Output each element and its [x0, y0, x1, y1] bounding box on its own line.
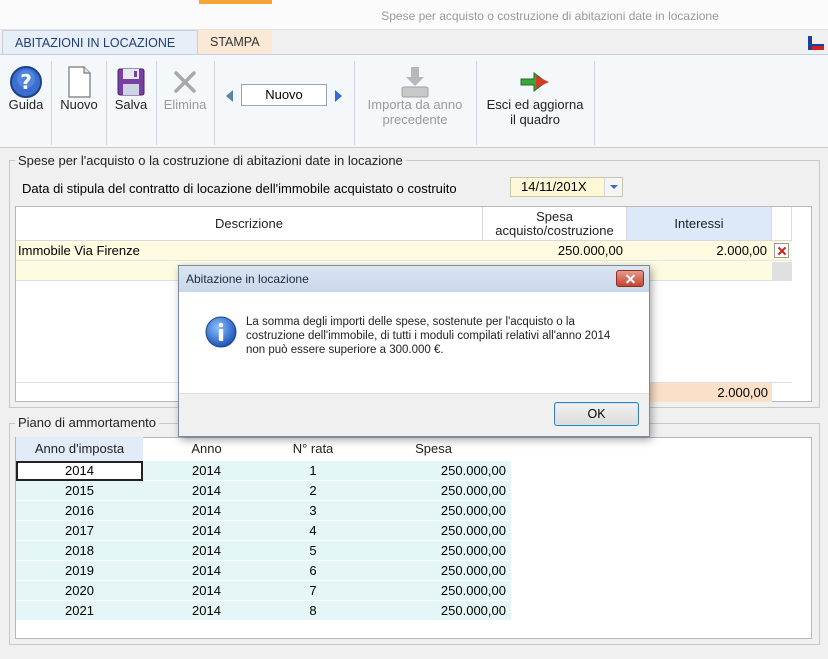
- minimize-ribbon-icon[interactable]: [808, 36, 824, 50]
- table-row[interactable]: 2019 2014 6 250.000,00: [16, 561, 511, 581]
- save-icon: [117, 68, 145, 96]
- next-record-arrow-icon[interactable]: [335, 90, 342, 102]
- table-row[interactable]: 2017 2014 4 250.000,00: [16, 521, 511, 541]
- importa-anno-precedente-button[interactable]: Importa da anno precedente: [356, 55, 474, 145]
- exit-arrow-icon: [520, 72, 549, 92]
- column-header-spesa: Spesa acquisto/costruzione: [483, 207, 627, 241]
- ribbon-toolbar: ? Guida Nuovo Salva Elimina Nuovo Import…: [0, 54, 828, 148]
- import-icon: [401, 67, 429, 98]
- column-header-interessi: Interessi: [627, 207, 772, 241]
- svg-text:?: ?: [20, 70, 32, 94]
- salva-button[interactable]: Salva: [108, 55, 154, 145]
- column-header-descrizione: Descrizione: [16, 207, 483, 241]
- table-row[interactable]: 2015 2014 2 250.000,00: [16, 481, 511, 501]
- table-row[interactable]: 2020 2014 7 250.000,00: [16, 581, 511, 601]
- table-row[interactable]: 2016 2014 3 250.000,00: [16, 501, 511, 521]
- column-header-rata: N° rata: [292, 441, 334, 456]
- spese-group-legend: Spese per l'acquisto o la costruzione di…: [15, 153, 406, 168]
- date-label: Data di stipula del contratto di locazio…: [22, 181, 457, 196]
- previous-record-arrow-icon[interactable]: [226, 90, 233, 102]
- record-navigator-field[interactable]: Nuovo: [241, 84, 327, 106]
- window-title: Spese per acquisto o costruzione di abit…: [381, 9, 719, 23]
- new-document-icon: [68, 66, 91, 98]
- tab-abitazioni-in-locazione[interactable]: ABITAZIONI IN LOCAZIONE: [2, 30, 198, 54]
- column-header-spesa-ammortamento: Spesa: [415, 441, 452, 456]
- message-dialog: Abitazione in locazione La somma degli i…: [178, 265, 650, 437]
- elimina-button[interactable]: Elimina: [158, 55, 212, 145]
- close-icon[interactable]: [616, 270, 644, 287]
- row-spesa[interactable]: 250.000,00: [483, 241, 623, 261]
- guida-button[interactable]: ? Guida: [4, 55, 48, 145]
- tab-stampa[interactable]: STAMPA: [198, 30, 272, 54]
- dialog-title: Abitazione in locazione: [179, 266, 649, 292]
- table-row[interactable]: 2018 2014 5 250.000,00: [16, 541, 511, 561]
- date-stipula-field[interactable]: 14/11/201X: [510, 177, 623, 197]
- info-icon: [205, 316, 237, 348]
- date-dropdown-icon[interactable]: [604, 178, 622, 196]
- delete-row-icon[interactable]: [774, 243, 789, 258]
- ok-button[interactable]: OK: [554, 402, 639, 426]
- delete-x-icon: [174, 71, 196, 93]
- dialog-message: La somma degli importi delle spese, sost…: [246, 316, 611, 356]
- column-header-anno: Anno: [191, 441, 222, 456]
- ammortamento-group-legend: Piano di ammortamento: [15, 415, 160, 430]
- help-icon: ?: [10, 66, 42, 98]
- esci-aggiorna-quadro-button[interactable]: Esci ed aggiorna il quadro: [478, 55, 592, 145]
- table-row[interactable]: 2021 2014 8 250.000,00: [16, 601, 511, 621]
- row-descrizione[interactable]: Immobile Via Firenze: [18, 241, 140, 261]
- table-row[interactable]: Immobile Via Firenze 250.000,00 2.000,00: [16, 241, 792, 261]
- nuovo-button[interactable]: Nuovo: [55, 55, 103, 145]
- column-header-anno-imposta: Anno d'imposta: [16, 437, 143, 461]
- row-interessi[interactable]: 2.000,00: [627, 241, 767, 261]
- table-row[interactable]: 2014 2014 1 250.000,00: [16, 461, 511, 481]
